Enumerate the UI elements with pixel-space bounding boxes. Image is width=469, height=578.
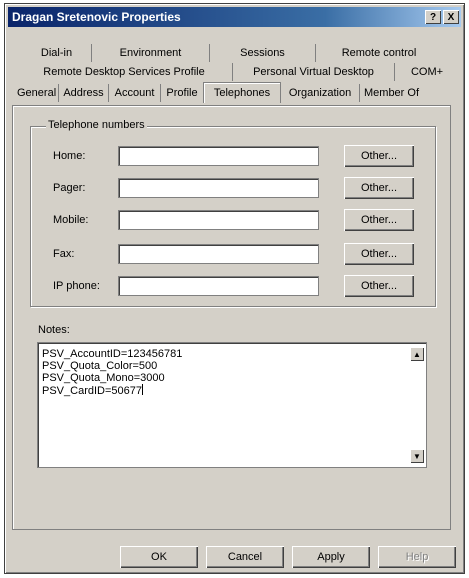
tab-personal-virtual-desktop[interactable]: Personal Virtual Desktop [233, 63, 395, 81]
pager-label: Pager: [53, 182, 86, 194]
home-field[interactable] [118, 146, 319, 166]
tab-remote-desktop-services-profile[interactable]: Remote Desktop Services Profile [16, 63, 233, 81]
close-icon[interactable]: X [443, 10, 459, 24]
home-other-button[interactable]: Other... [344, 145, 414, 167]
ip-phone-other-button[interactable]: Other... [344, 275, 414, 297]
tab-row-3: General Address Account Profile Telephon… [13, 82, 423, 103]
window-title: Dragan Sretenovic Properties [12, 10, 181, 24]
tab-remote-control[interactable]: Remote control [316, 44, 442, 62]
notes-textarea[interactable]: PSV_AccountID=123456781 PSV_Quota_Color=… [37, 342, 427, 468]
tab-profile[interactable]: Profile [161, 84, 203, 102]
mobile-field[interactable] [118, 210, 319, 230]
tab-row-1: Dial-in Environment Sessions Remote cont… [22, 44, 442, 62]
notes-line: PSV_CardID=50677 [42, 385, 142, 397]
tab-dial-in[interactable]: Dial-in [22, 44, 92, 62]
tab-sessions[interactable]: Sessions [210, 44, 316, 62]
tab-environment[interactable]: Environment [92, 44, 210, 62]
group-label: Telephone numbers [46, 119, 147, 131]
fax-other-button[interactable]: Other... [344, 243, 414, 265]
pager-other-button[interactable]: Other... [344, 177, 414, 199]
notes-line: PSV_Quota_Mono=3000 [42, 372, 165, 384]
text-cursor [141, 384, 143, 395]
notes-label: Notes: [38, 324, 70, 336]
fax-field[interactable] [118, 244, 319, 264]
cancel-button[interactable]: Cancel [206, 546, 284, 568]
fax-label: Fax: [53, 248, 75, 260]
tab-com-plus[interactable]: COM+ [395, 63, 459, 81]
help-icon[interactable]: ? [425, 10, 441, 24]
tab-member-of[interactable]: Member Of [360, 84, 423, 102]
scroll-down-arrow-icon[interactable]: ▼ [410, 449, 424, 463]
notes-content: PSV_AccountID=123456781 PSV_Quota_Color=… [42, 348, 182, 397]
ok-button[interactable]: OK [120, 546, 198, 568]
tab-address[interactable]: Address [59, 84, 109, 102]
mobile-label: Mobile: [53, 214, 89, 226]
tab-general[interactable]: General [13, 84, 59, 102]
tab-organization[interactable]: Organization [281, 84, 360, 102]
tab-row-2: Remote Desktop Services Profile Personal… [16, 63, 459, 81]
help-button: Help [378, 546, 456, 568]
ip-phone-field[interactable] [118, 276, 319, 296]
tab-account[interactable]: Account [109, 84, 161, 102]
scroll-up-arrow-icon[interactable]: ▲ [410, 347, 424, 361]
home-label: Home: [53, 150, 86, 162]
notes-line: PSV_Quota_Color=500 [42, 360, 158, 372]
title-bar[interactable]: Dragan Sretenovic Properties ? X [8, 7, 461, 27]
mobile-other-button[interactable]: Other... [344, 209, 414, 231]
pager-field[interactable] [118, 178, 319, 198]
apply-button[interactable]: Apply [292, 546, 370, 568]
ip-phone-label: IP phone: [53, 280, 100, 292]
notes-line: PSV_AccountID=123456781 [42, 348, 183, 360]
tab-telephones[interactable]: Telephones [203, 82, 281, 103]
